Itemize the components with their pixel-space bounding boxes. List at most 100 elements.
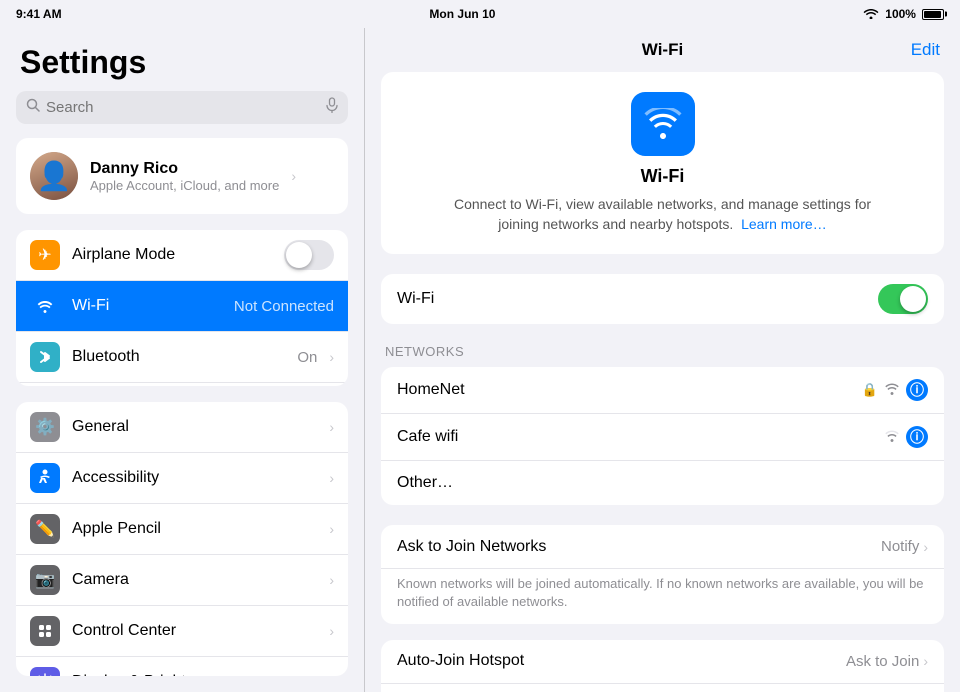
display-brightness-icon xyxy=(30,667,60,676)
status-bar: 9:41 AM Mon Jun 10 100% xyxy=(0,0,960,28)
wifi-signal-full-icon xyxy=(884,382,900,398)
wifi-settings-icon xyxy=(30,291,60,321)
sidebar-item-accessibility[interactable]: Accessibility › xyxy=(16,453,348,504)
network-row-homenet[interactable]: HomeNet 🔒 ⓘ xyxy=(381,367,944,414)
content-header: Wi-Fi Edit xyxy=(365,28,960,72)
auto-join-value: Ask to Join xyxy=(846,653,919,670)
settings-group-connectivity: ✈ Airplane Mode Wi-Fi Not Connected xyxy=(16,230,348,386)
network-name-homenet: HomeNet xyxy=(397,381,854,399)
airplane-mode-icon: ✈ xyxy=(30,240,60,270)
general-icon: ⚙️ xyxy=(30,412,60,442)
wifi-toggle-card: Wi-Fi xyxy=(381,274,944,324)
auto-join-label: Auto-Join Hotspot xyxy=(397,652,846,670)
ask-join-chevron-icon: › xyxy=(923,539,928,555)
content-panel: Wi-Fi Edit Wi-Fi Connect to Wi-Fi, view … xyxy=(365,28,960,692)
wifi-toggle-label: Wi-Fi xyxy=(397,290,878,308)
sidebar-label-airplane: Airplane Mode xyxy=(72,246,272,264)
sidebar-item-wifi[interactable]: Wi-Fi Not Connected xyxy=(16,281,348,332)
sidebar-item-display-brightness[interactable]: Display & Brightness › xyxy=(16,657,348,676)
sidebar-item-general[interactable]: ⚙️ General › xyxy=(16,402,348,453)
status-bar-right: 100% xyxy=(863,7,944,22)
sidebar-item-camera[interactable]: 📷 Camera › xyxy=(16,555,348,606)
ask-join-value: Notify xyxy=(881,538,919,555)
network-name-other: Other… xyxy=(397,474,928,492)
search-input[interactable] xyxy=(46,99,320,116)
sidebar-label-control-center: Control Center xyxy=(72,622,317,640)
auto-join-card: Auto-Join Hotspot Ask to Join › Allow th… xyxy=(381,640,944,692)
profile-chevron-icon: › xyxy=(291,168,296,184)
app-container: Settings xyxy=(0,28,960,692)
wifi-description: Connect to Wi-Fi, view available network… xyxy=(453,195,873,234)
info-button-cafe-wifi[interactable]: ⓘ xyxy=(906,426,928,448)
sidebar-bluetooth-value: On xyxy=(297,349,317,366)
sidebar-wifi-value: Not Connected xyxy=(234,298,334,315)
networks-section-label: NETWORKS xyxy=(381,344,944,359)
control-center-chevron-icon: › xyxy=(329,623,334,639)
profile-info: Danny Rico Apple Account, iCloud, and mo… xyxy=(90,160,279,193)
content-title: Wi-Fi xyxy=(642,40,683,60)
sidebar: Settings xyxy=(0,28,365,692)
profile-card[interactable]: Danny Rico Apple Account, iCloud, and mo… xyxy=(16,138,348,214)
lock-icon: 🔒 xyxy=(862,382,878,398)
status-date: Mon Jun 10 xyxy=(429,7,495,21)
sidebar-item-control-center[interactable]: Control Center › xyxy=(16,606,348,657)
apple-pencil-chevron-icon: › xyxy=(329,521,334,537)
control-center-icon xyxy=(30,616,60,646)
ask-join-description: Known networks will be joined automatica… xyxy=(381,569,944,623)
network-name-cafe-wifi: Cafe wifi xyxy=(397,428,876,446)
wifi-card-title: Wi-Fi xyxy=(641,166,685,187)
sidebar-item-battery[interactable]: Battery › xyxy=(16,383,348,386)
sidebar-label-camera: Camera xyxy=(72,571,317,589)
ask-join-label: Ask to Join Networks xyxy=(397,538,881,556)
content-body: Wi-Fi Connect to Wi-Fi, view available n… xyxy=(365,72,960,692)
wifi-toggle-row: Wi-Fi xyxy=(381,274,944,324)
profile-subtitle: Apple Account, iCloud, and more xyxy=(90,178,279,193)
sidebar-item-bluetooth[interactable]: Bluetooth On › xyxy=(16,332,348,383)
profile-name: Danny Rico xyxy=(90,160,279,178)
avatar xyxy=(30,152,78,200)
wifi-icon xyxy=(863,7,879,22)
apple-pencil-icon: ✏️ xyxy=(30,514,60,544)
display-brightness-chevron-icon: › xyxy=(329,674,334,676)
bluetooth-icon xyxy=(30,342,60,372)
learn-more-link[interactable]: Learn more… xyxy=(741,216,827,232)
network-row-other[interactable]: Other… xyxy=(381,461,944,505)
camera-chevron-icon: › xyxy=(329,572,334,588)
sidebar-item-apple-pencil[interactable]: ✏️ Apple Pencil › xyxy=(16,504,348,555)
search-bar[interactable] xyxy=(16,91,348,124)
battery-status-icon xyxy=(922,9,944,20)
battery-pct: 100% xyxy=(885,7,916,21)
sidebar-label-accessibility: Accessibility xyxy=(72,469,317,487)
search-icon xyxy=(26,98,40,117)
networks-card: HomeNet 🔒 ⓘ Cafe w xyxy=(381,367,944,505)
settings-group-system: ⚙️ General › Accessibility › ✏️ Apple Pe… xyxy=(16,402,348,676)
wifi-signal-medium-icon xyxy=(884,429,900,445)
auto-join-row[interactable]: Auto-Join Hotspot Ask to Join › xyxy=(381,640,944,684)
sidebar-title: Settings xyxy=(0,28,364,91)
sidebar-label-bluetooth: Bluetooth xyxy=(72,348,285,366)
sidebar-label-apple-pencil: Apple Pencil xyxy=(72,520,317,538)
network-icons-cafe-wifi: ⓘ xyxy=(884,426,928,448)
accessibility-icon xyxy=(30,463,60,493)
status-time: 9:41 AM xyxy=(16,7,62,21)
sidebar-label-wifi: Wi-Fi xyxy=(72,297,222,315)
sidebar-label-general: General xyxy=(72,418,317,436)
mic-icon xyxy=(326,97,338,118)
auto-join-description: Allow this device to automatically disco… xyxy=(381,684,944,692)
network-row-cafe-wifi[interactable]: Cafe wifi ⓘ xyxy=(381,414,944,461)
auto-join-chevron-icon: › xyxy=(923,653,928,669)
wifi-large-icon-container xyxy=(631,92,695,156)
airplane-mode-toggle[interactable] xyxy=(284,240,334,270)
sidebar-label-display-brightness: Display & Brightness xyxy=(72,673,317,676)
wifi-large-icon xyxy=(643,108,683,140)
general-chevron-icon: › xyxy=(329,419,334,435)
edit-button[interactable]: Edit xyxy=(911,40,940,60)
network-icons-homenet: 🔒 ⓘ xyxy=(862,379,928,401)
bluetooth-chevron-icon: › xyxy=(329,349,334,365)
info-button-homenet[interactable]: ⓘ xyxy=(906,379,928,401)
accessibility-chevron-icon: › xyxy=(329,470,334,486)
wifi-toggle-switch[interactable] xyxy=(878,284,928,314)
ask-join-card: Ask to Join Networks Notify › Known netw… xyxy=(381,525,944,623)
ask-join-row[interactable]: Ask to Join Networks Notify › xyxy=(381,525,944,569)
sidebar-item-airplane[interactable]: ✈ Airplane Mode xyxy=(16,230,348,281)
